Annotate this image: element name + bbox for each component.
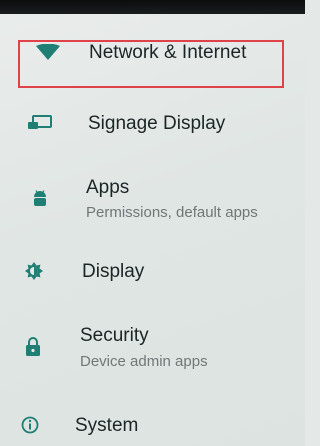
settings-item-subtitle: Device admin apps <box>80 353 208 370</box>
settings-item-apps[interactable]: Apps Permissions, default apps <box>0 174 305 232</box>
settings-item-title: Display <box>82 261 145 282</box>
settings-item-title: Security <box>80 325 149 346</box>
settings-list: Network & Internet Signage Display Apps … <box>0 14 305 446</box>
settings-item-signage-display[interactable]: Signage Display <box>0 104 305 150</box>
settings-item-subtitle: Permissions, default apps <box>86 204 258 221</box>
settings-item-title: System <box>75 415 139 436</box>
status-bar <box>0 0 305 14</box>
android-icon <box>34 190 46 206</box>
info-icon <box>21 416 39 434</box>
brightness-icon <box>25 262 43 280</box>
settings-item-security[interactable]: Security Device admin apps <box>0 320 305 382</box>
settings-item-display[interactable]: Display <box>0 250 305 294</box>
settings-item-title: Apps <box>86 177 130 198</box>
signage-display-icon <box>28 115 52 129</box>
settings-item-title: Signage Display <box>88 113 226 134</box>
lock-icon <box>26 337 40 356</box>
highlight-box <box>18 40 284 88</box>
settings-item-system[interactable]: System <box>0 406 305 446</box>
